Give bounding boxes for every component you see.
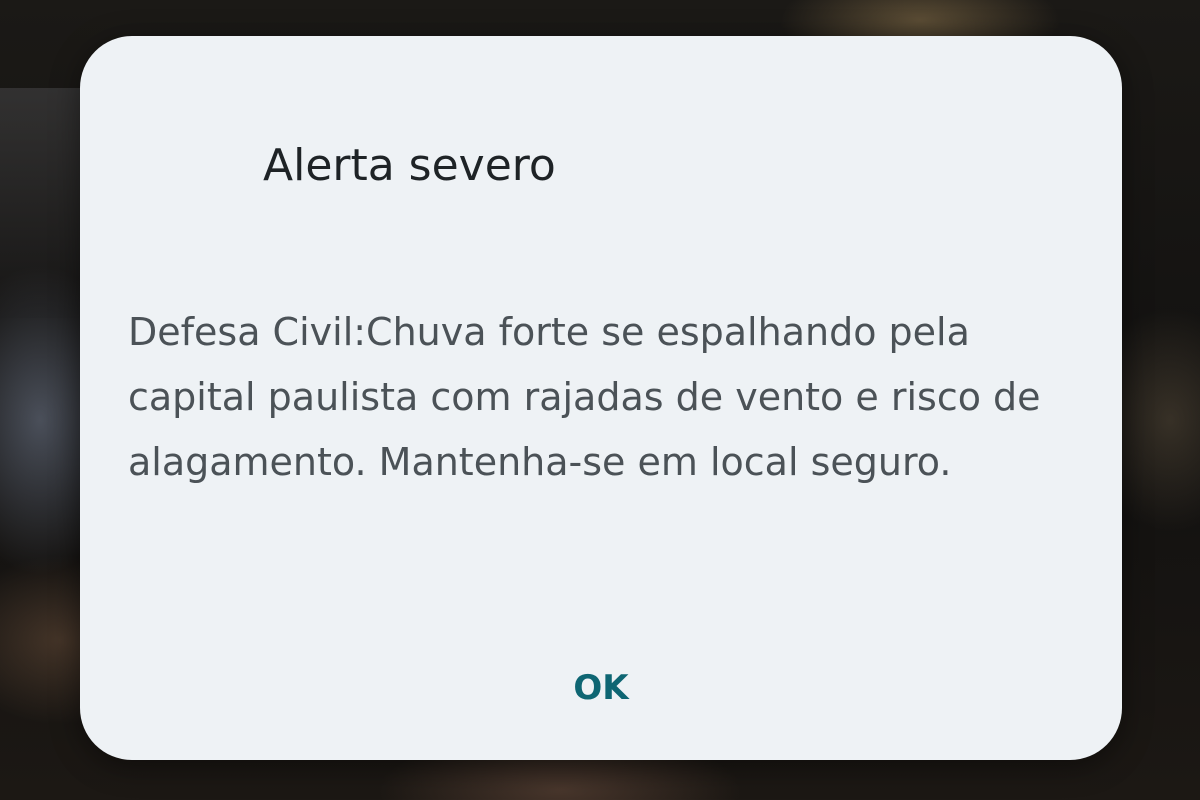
background-highlight (0, 88, 80, 318)
alert-title: Alerta severo (263, 140, 556, 191)
alert-dialog: Alerta severo Defesa Civil:Chuva forte s… (80, 36, 1122, 760)
alert-message: Defesa Civil:Chuva forte se espalhando p… (128, 310, 1041, 484)
ok-button[interactable]: OK (538, 648, 664, 728)
